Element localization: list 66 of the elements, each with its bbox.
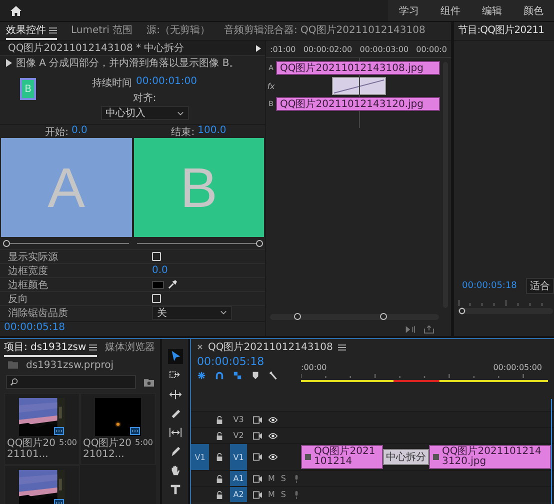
panel-tab[interactable]: Lumetri 范围 [71, 22, 133, 40]
zoom-dropdown[interactable]: 适合 [526, 278, 554, 294]
workspace-tab[interactable]: 颜色 [523, 4, 544, 18]
alignment-label: 对齐: [132, 92, 156, 105]
clip-effect-name: QQ图片20211012143108 * 中心拆分 [8, 42, 184, 55]
fx-label: fx [267, 82, 275, 90]
mute-button[interactable]: M [268, 474, 275, 483]
clip[interactable]: QQ图片20211012143108.jpg [276, 61, 440, 75]
ruler-label: :00:00 [301, 363, 327, 372]
track-target[interactable]: V2 [230, 428, 247, 443]
media-name: QQ图片2021012... [83, 438, 132, 460]
panel-title[interactable]: 节目:QQ图片20211 [454, 22, 554, 41]
ruler-label: :01:00 [270, 44, 296, 54]
workspace-tab[interactable]: 学习 [398, 4, 419, 18]
track-target[interactable]: V1 [230, 444, 247, 470]
end-label: 结束: [171, 126, 195, 139]
alignment-dropdown[interactable]: 中心切入 [100, 106, 188, 120]
property-label: 显示实际源 [8, 250, 59, 264]
ruler-label: 00:00:02:00 [303, 44, 352, 54]
property-label: 反向 [8, 292, 29, 306]
solo-button[interactable]: S [280, 490, 286, 499]
end-value[interactable]: 100.0 [198, 125, 226, 139]
property-value[interactable]: 0.0 [152, 265, 168, 276]
time-ruler[interactable]: :00:00 00:00:05:00 [301, 355, 554, 407]
timecode[interactable]: 00:00:05:18 [197, 355, 301, 368]
duration-label: 持续时间 [92, 76, 132, 90]
media-duration: 5:00 [135, 438, 153, 447]
mute-button[interactable]: M [268, 490, 275, 499]
preview-b: B [134, 138, 264, 237]
property-label: 消除锯齿品质 [8, 306, 69, 320]
panel-tab[interactable]: 音频剪辑混合器: QQ图片20211012143108 [224, 22, 426, 40]
panel-tab[interactable]: 源:（无剪辑） [146, 22, 210, 40]
track-target[interactable]: A1 [230, 471, 247, 486]
panel-tab[interactable]: 媒体浏览器 [105, 339, 156, 357]
track-target[interactable]: V3 [230, 412, 247, 427]
sequence-tab[interactable]: QQ图片20211012143108 [208, 340, 333, 354]
property-label: 边框颜色 [8, 278, 49, 292]
start-label: 开始: [45, 126, 68, 139]
ruler-label: 00:00:0 [416, 44, 447, 54]
panel-tab[interactable]: 项目: ds1931zsw [4, 339, 98, 357]
quality-dropdown[interactable]: 关 [152, 306, 232, 320]
track-target[interactable]: A2 [230, 487, 247, 502]
effect-description: 图像 A 分成四部分，并内滑到角落以显示图像 B。 [16, 56, 240, 70]
clip[interactable]: QQ图片20211012143120.jpg [276, 97, 440, 111]
workspace-tab[interactable]: 编辑 [482, 4, 502, 18]
preview-a: A [1, 138, 132, 237]
start-value[interactable]: 0.0 [71, 125, 88, 139]
transition-thumbnail: B [20, 78, 36, 100]
workspace-tab[interactable]: 组件 [440, 4, 460, 18]
solo-button[interactable]: S [280, 474, 286, 483]
clip-name: QQ图片20211012143120.jpg [442, 446, 542, 468]
media-duration: 5:00 [59, 438, 77, 447]
source-patch[interactable]: V1 [191, 444, 209, 470]
ruler-label: 00:00:05:00 [493, 363, 542, 372]
timecode[interactable]: 00:00:05:18 [0, 321, 265, 336]
transition-block[interactable]: 中心拆分 [383, 449, 429, 465]
time-ruler[interactable]: :01:00 00:00:02:00 00:00:03:00 00:00:0 [266, 41, 451, 58]
timecode[interactable]: 00:00:05:18 [462, 281, 517, 291]
ruler-label: 00:00:03:00 [360, 44, 409, 54]
property-label: 边框宽度 [8, 264, 49, 278]
duration-value[interactable]: 00:00:01:00 [136, 76, 198, 90]
clip[interactable]: QQ图片20211012143120.jpg [429, 445, 551, 469]
media-name: QQ图片2021101... [7, 438, 56, 460]
project-path: ds1931zsw.prproj [26, 360, 114, 370]
clip[interactable]: QQ图片2021101214 [301, 445, 383, 469]
clip-name: QQ图片2021101214 [314, 446, 376, 468]
